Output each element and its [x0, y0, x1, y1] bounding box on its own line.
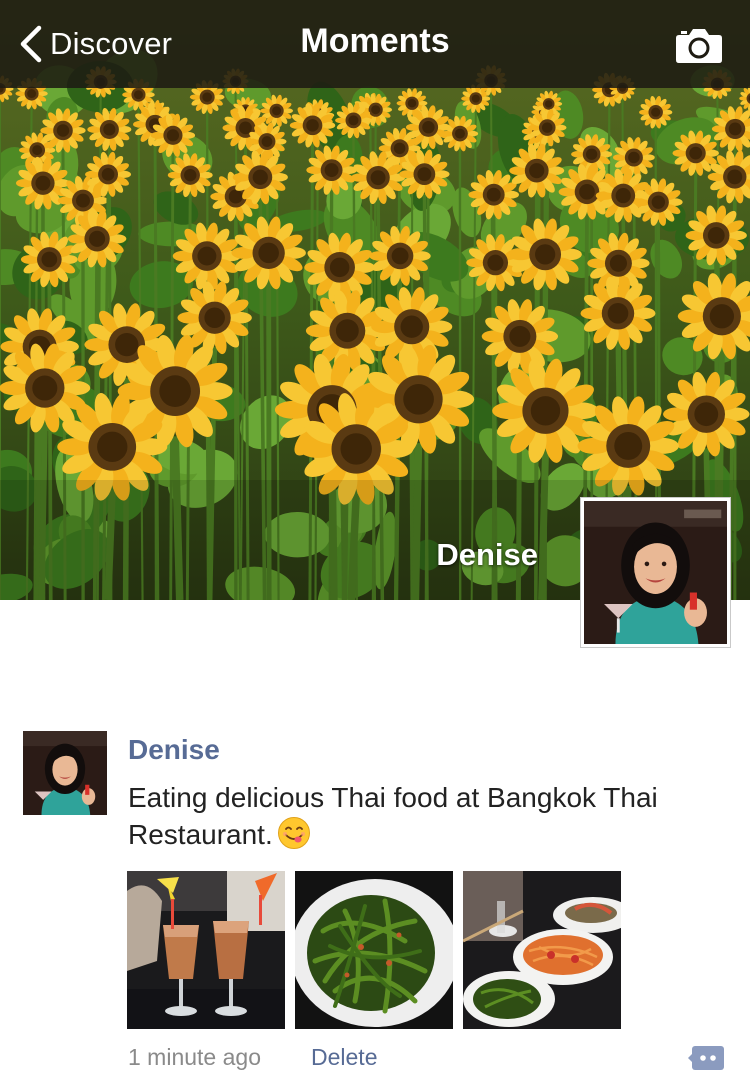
yum-face-emoji-icon [277, 817, 310, 849]
papaya-salad-table-image [463, 871, 621, 1029]
post-text-content: Eating delicious Thai food at Bangkok Th… [128, 782, 658, 850]
post-author-name[interactable]: Denise [128, 734, 220, 766]
author-avatar-photo [23, 731, 107, 815]
post-photo-stir-fried-greens[interactable] [295, 871, 453, 1029]
thai-iced-tea-image [127, 871, 285, 1029]
navigation-bar: Discover Moments [0, 0, 750, 88]
chevron-left-icon [20, 25, 42, 63]
post-author-avatar[interactable] [23, 731, 107, 815]
post-photo-thai-iced-tea[interactable] [127, 871, 285, 1029]
comment-button[interactable] [688, 1044, 726, 1074]
profile-name[interactable]: Denise [436, 537, 538, 573]
camera-button[interactable] [675, 26, 723, 64]
profile-avatar[interactable] [580, 497, 731, 648]
delete-button[interactable]: Delete [311, 1044, 377, 1071]
comment-icon [688, 1046, 724, 1070]
post-timestamp: 1 minute ago [128, 1044, 261, 1070]
back-label: Discover [50, 26, 173, 61]
back-button[interactable]: Discover [18, 20, 172, 68]
avatar-photo [584, 501, 727, 644]
post-photo-papaya-salad[interactable] [463, 871, 621, 1029]
post-text: Eating delicious Thai food at Bangkok Th… [128, 780, 728, 853]
stir-fried-greens-image [295, 871, 453, 1029]
camera-icon [676, 29, 722, 63]
